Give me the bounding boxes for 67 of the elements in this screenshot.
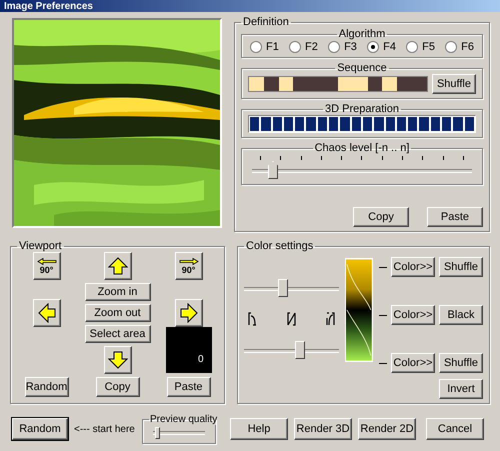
slider-thumb[interactable] — [278, 279, 288, 297]
color-action-button[interactable]: Shuffle — [439, 353, 483, 373]
copy-button[interactable]: Copy — [96, 377, 140, 397]
render-2d-button[interactable]: Render 2D — [358, 418, 416, 440]
zoom-in-button[interactable]: Zoom in — [84, 283, 150, 301]
radio-button[interactable] — [289, 41, 302, 53]
group-label: Definition — [242, 16, 290, 28]
radio-button[interactable] — [328, 41, 340, 53]
arrow-right-icon — [180, 303, 198, 323]
arrow-down-icon — [108, 351, 128, 369]
random-button[interactable]: Random — [12, 418, 68, 440]
shuffle-button[interactable]: Shuffle — [432, 74, 476, 94]
group-label: Preview quality — [149, 414, 218, 425]
color-button[interactable]: Color>> — [391, 257, 435, 277]
curve-icon — [326, 312, 336, 326]
group-label: Color settings — [245, 240, 314, 252]
radio-button[interactable] — [406, 41, 418, 53]
rotate-right-button[interactable]: 90° — [174, 252, 202, 280]
cancel-button[interactable]: Cancel — [426, 418, 484, 440]
chaos-slider[interactable] — [252, 160, 472, 180]
arrow-right-icon — [178, 258, 198, 264]
radio-option[interactable]: F1 — [250, 41, 279, 53]
curve-icon — [248, 312, 257, 326]
radio-option[interactable]: F4 — [367, 41, 396, 53]
group-label: Algorithm — [338, 28, 386, 40]
radio-button[interactable] — [367, 41, 380, 53]
radio-option[interactable]: F2 — [289, 41, 318, 53]
radio-option[interactable]: F5 — [406, 41, 435, 53]
arrow-left-icon — [36, 258, 56, 264]
select-area-button[interactable]: Select area — [84, 325, 150, 343]
paste-button[interactable]: Paste — [166, 377, 210, 397]
render-3d-button[interactable]: Render 3D — [294, 418, 352, 440]
random-button[interactable]: Random — [24, 377, 68, 397]
group-label: Sequence — [336, 62, 388, 74]
radio-option[interactable]: F6 — [445, 41, 474, 53]
slider-thumb[interactable] — [295, 341, 306, 359]
color-action-button[interactable]: Black — [439, 305, 483, 325]
quality-slider[interactable] — [153, 425, 205, 439]
rotate-left-button[interactable]: 90° — [32, 252, 60, 280]
color-action-button[interactable]: Shuffle — [439, 257, 483, 277]
group-label: Viewport — [18, 240, 63, 252]
linear-icon — [287, 312, 296, 326]
zoom-out-button[interactable]: Zoom out — [84, 304, 150, 322]
arrow-left-icon — [38, 303, 56, 323]
left-button[interactable] — [32, 299, 60, 327]
color-button[interactable]: Color>> — [391, 305, 435, 325]
paste-button[interactable]: Paste — [427, 207, 483, 227]
group-label: Chaos level [-n .. n] — [314, 142, 410, 154]
display-value: 0 — [198, 354, 204, 364]
copy-button[interactable]: Copy — [353, 207, 409, 227]
arrow-up-icon — [108, 257, 128, 275]
help-button[interactable]: Help — [230, 418, 288, 440]
color-button[interactable]: Color>> — [391, 353, 435, 373]
slider-thumb[interactable] — [155, 427, 160, 439]
radio-option[interactable]: F3 — [328, 41, 357, 53]
group-label: 3D Preparation — [324, 103, 400, 115]
radio-button[interactable] — [445, 41, 458, 53]
down-button[interactable] — [104, 346, 132, 374]
radio-button[interactable] — [250, 41, 262, 53]
up-button[interactable] — [104, 252, 132, 280]
slider-thumb[interactable] — [268, 161, 278, 179]
color-slider[interactable] — [244, 278, 340, 298]
hint-text: <--- start here — [74, 424, 136, 434]
color-slider[interactable] — [244, 340, 340, 360]
right-button[interactable] — [174, 299, 202, 327]
invert-button[interactable]: Invert — [439, 379, 483, 399]
window-title: Image Preferences — [4, 0, 93, 12]
